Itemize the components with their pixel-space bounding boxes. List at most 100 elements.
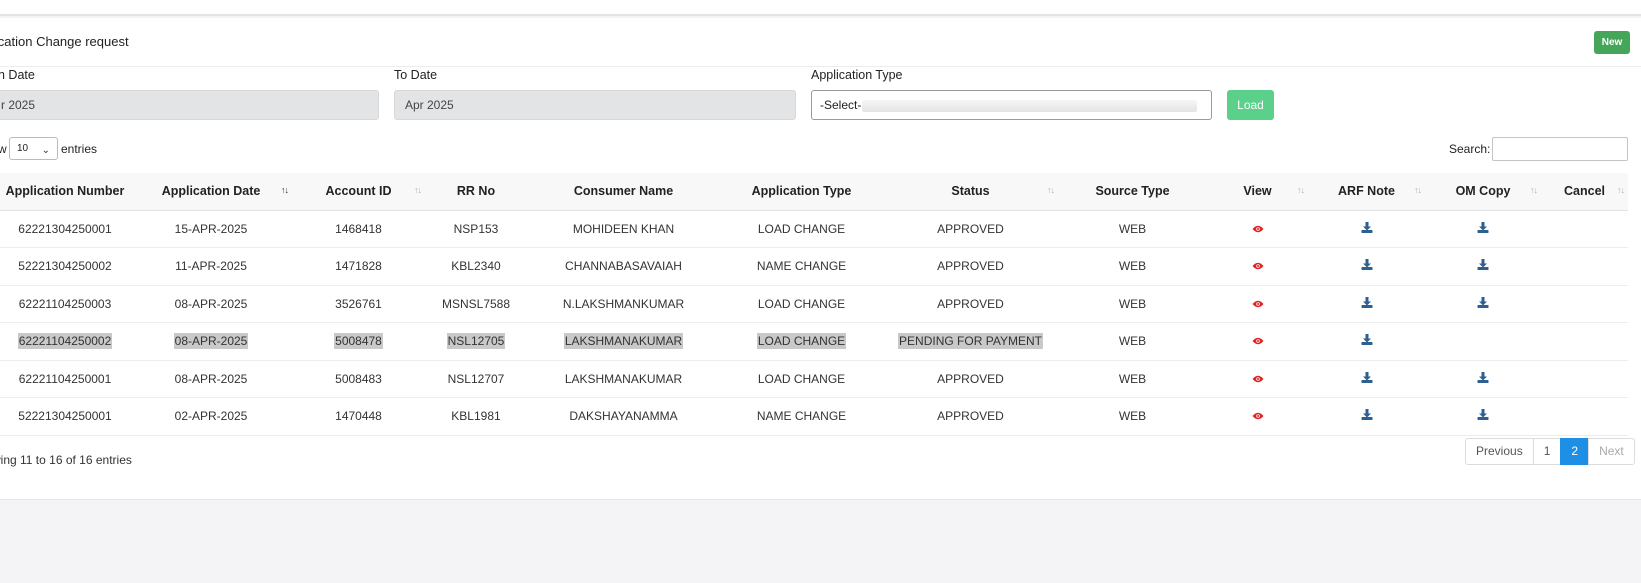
- cancel-cell: [1541, 360, 1628, 398]
- cell-account: 3526761: [335, 296, 382, 311]
- cell-rr: NSP153: [453, 221, 499, 236]
- col-application-type[interactable]: Application Type: [720, 173, 883, 210]
- download-icon[interactable]: [1477, 371, 1489, 383]
- om-copy-cell: [1425, 210, 1541, 248]
- application-type-select[interactable]: -Select-: [811, 90, 1212, 120]
- col-source-type[interactable]: Source Type: [1058, 173, 1207, 210]
- cell-status: APPROVED: [937, 259, 1004, 274]
- page-title: lication Change request: [0, 34, 129, 49]
- new-button[interactable]: New: [1594, 31, 1630, 54]
- download-icon[interactable]: [1477, 409, 1489, 421]
- cell-type: LOAD CHANGE: [757, 296, 846, 311]
- view-cell: [1207, 398, 1308, 436]
- cell-rr: NSL12707: [447, 371, 505, 386]
- page-2-button[interactable]: 2: [1560, 438, 1590, 465]
- download-icon[interactable]: [1361, 334, 1373, 346]
- cell-date: 08-APR-2025: [174, 371, 248, 386]
- col-arf-note[interactable]: ARF Note ↑↓: [1308, 173, 1425, 210]
- col-consumer-name[interactable]: Consumer Name: [527, 173, 720, 210]
- cell-name: CHANNABASAVAIAH: [565, 259, 682, 274]
- eye-icon[interactable]: [1252, 409, 1264, 420]
- download-icon[interactable]: [1361, 259, 1373, 271]
- om-copy-cell: [1425, 285, 1541, 323]
- sort-icon: ↑↓: [1530, 185, 1538, 195]
- cell-app-no: 62221104250002: [17, 333, 113, 350]
- download-icon[interactable]: [1361, 221, 1373, 233]
- table-header-row: Application Number Application Date ↑↓ Ac…: [0, 173, 1628, 210]
- arf-note-cell: [1308, 323, 1425, 361]
- cell-rr: KBL2340: [451, 259, 501, 274]
- col-cancel[interactable]: Cancel ↑↓: [1541, 173, 1628, 210]
- cell-date: 02-APR-2025: [174, 409, 248, 424]
- col-om-copy[interactable]: OM Copy ↑↓: [1425, 173, 1541, 210]
- table-row: 62221104250003 08-APR-2025 3526761 MSNSL758…: [0, 285, 1628, 323]
- download-icon[interactable]: [1361, 409, 1373, 421]
- sort-icon: ↑↓: [414, 185, 422, 195]
- cell-rr: MSNSL7588: [441, 296, 511, 311]
- cell-account: 5008478: [334, 333, 383, 350]
- col-application-number[interactable]: Application Number: [0, 173, 130, 210]
- cell-source: WEB: [1118, 371, 1147, 386]
- sort-icon: ↑↓: [1047, 185, 1055, 195]
- download-icon[interactable]: [1361, 371, 1373, 383]
- card-header: lication Change request New: [0, 18, 1641, 67]
- to-date-input[interactable]: Apr 2025: [394, 90, 796, 120]
- eye-icon[interactable]: [1252, 259, 1264, 270]
- eye-icon[interactable]: [1252, 372, 1264, 382]
- search-input[interactable]: [1492, 137, 1628, 161]
- col-rr-no[interactable]: RR No: [425, 173, 527, 210]
- arf-note-cell: [1308, 398, 1425, 436]
- next-page-button[interactable]: Next: [1588, 438, 1635, 465]
- col-account-id[interactable]: Account ID ↑↓: [292, 173, 425, 210]
- cell-source: WEB: [1118, 259, 1147, 274]
- application-type-value: -Select-: [820, 98, 862, 112]
- cell-source: WEB: [1118, 221, 1147, 236]
- table-row: 62221104250002 08-APR-2025 5008478 NSL12705…: [0, 323, 1628, 361]
- download-icon[interactable]: [1361, 296, 1373, 308]
- cell-app-no: 52221304250001: [18, 409, 112, 424]
- download-icon[interactable]: [1477, 221, 1489, 233]
- cell-status: PENDING FOR PAYMENT: [898, 333, 1043, 350]
- col-application-date[interactable]: Application Date ↑↓: [130, 173, 292, 210]
- col-view[interactable]: View ↑↓: [1207, 173, 1308, 210]
- cell-date: 11-APR-2025: [175, 259, 247, 274]
- sort-icon: ↑↓: [1617, 185, 1625, 195]
- table-row: 52221304250001 02-APR-2025 1470448 KBL1981 D…: [0, 398, 1628, 436]
- eye-icon[interactable]: [1252, 334, 1264, 345]
- entries-per-page-select[interactable]: 10 ⌄: [9, 137, 58, 160]
- select-placeholder-bar: [862, 100, 1197, 112]
- cell-account: 1470448: [335, 409, 382, 424]
- cell-source: WEB: [1118, 296, 1147, 311]
- eye-icon[interactable]: [1252, 222, 1264, 232]
- cancel-cell: [1541, 248, 1628, 286]
- cell-name: N.LAKSHMANKUMAR: [562, 296, 685, 311]
- pagination: Previous 1 2 Next: [1465, 438, 1635, 465]
- previous-page-button[interactable]: Previous: [1465, 438, 1534, 465]
- page-1-button[interactable]: 1: [1532, 438, 1562, 465]
- cell-type: LOAD CHANGE: [757, 221, 846, 236]
- table-row: 52221304250002 11-APR-2025 1471828 KBL2340 C…: [0, 248, 1628, 286]
- sort-desc-icon: ↑↓: [281, 185, 289, 195]
- cell-date: 15-APR-2025: [174, 221, 248, 236]
- col-status[interactable]: Status ↑↓: [883, 173, 1058, 210]
- cell-date: 08-APR-2025: [173, 333, 249, 350]
- om-copy-cell: [1425, 248, 1541, 286]
- cell-status: APPROVED: [937, 371, 1004, 386]
- download-icon[interactable]: [1477, 259, 1489, 271]
- eye-icon[interactable]: [1252, 297, 1264, 307]
- cell-account: 1468418: [335, 221, 382, 236]
- download-icon[interactable]: [1477, 296, 1489, 308]
- view-cell: [1207, 210, 1308, 248]
- from-date-input[interactable]: r 2025: [0, 90, 379, 120]
- load-button[interactable]: Load: [1227, 90, 1274, 120]
- cell-name: LAKSHMANAKUMAR: [564, 371, 683, 386]
- cell-source: WEB: [1118, 409, 1147, 424]
- cell-type: NAME CHANGE: [756, 409, 847, 424]
- arf-note-cell: [1308, 360, 1425, 398]
- cell-app-no: 62221104250003: [18, 296, 112, 311]
- om-copy-cell: [1425, 360, 1541, 398]
- view-cell: [1207, 248, 1308, 286]
- application-type-label: Application Type: [811, 68, 903, 82]
- cell-name: LAKSHMANAKUMAR: [563, 333, 684, 350]
- show-label: w: [0, 142, 7, 156]
